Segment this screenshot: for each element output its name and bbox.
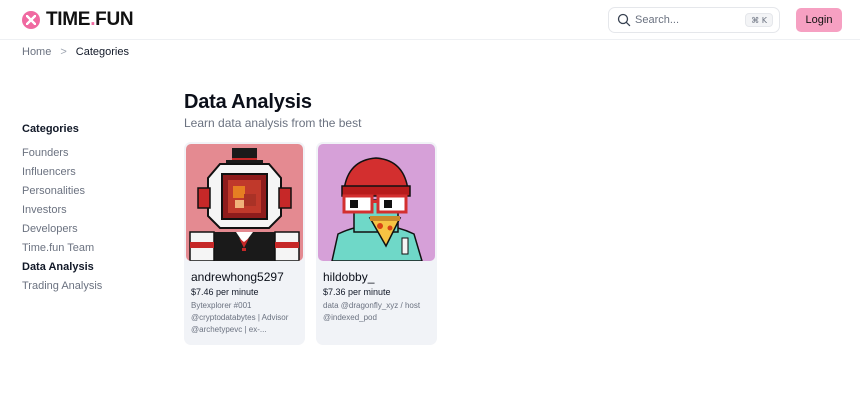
sidebar-item-timefun-team[interactable]: Time.fun Team bbox=[22, 239, 142, 258]
breadcrumb-current: Categories bbox=[75, 46, 129, 58]
top-header: TIME.FUN ⌘ K Login bbox=[0, 0, 860, 40]
creator-name: andrewhong5297 bbox=[191, 270, 284, 284]
creator-name: hildobby_ bbox=[323, 270, 375, 284]
categories-sidebar: Categories Founders Influencers Personal… bbox=[22, 123, 142, 296]
creator-bio: data @dragonfly_xyz / host @indexed_pod bbox=[323, 301, 421, 322]
page-title: Data Analysis bbox=[184, 91, 312, 113]
search-icon bbox=[617, 13, 631, 27]
search-box[interactable]: ⌘ K bbox=[608, 7, 780, 33]
sidebar-item-data-analysis[interactable]: Data Analysis bbox=[22, 258, 142, 277]
page-subtitle: Learn data analysis from the best bbox=[184, 116, 362, 130]
hourglass-logo-icon bbox=[22, 11, 40, 29]
creator-avatar bbox=[186, 144, 303, 261]
creator-card[interactable]: hildobby_ $7.36 per minute data @dragonf… bbox=[316, 142, 437, 345]
login-button[interactable]: Login bbox=[796, 8, 842, 32]
beanie-character-avatar-illustration bbox=[318, 144, 435, 261]
logo-text-fun: FUN bbox=[95, 9, 134, 30]
sidebar-item-founders[interactable]: Founders bbox=[22, 144, 142, 163]
robot-avatar-illustration bbox=[186, 144, 303, 261]
sidebar-item-personalities[interactable]: Personalities bbox=[22, 182, 142, 201]
creator-bio: Bytexplorer #001 @cryptodatabytes | Advi… bbox=[191, 301, 289, 334]
logo[interactable]: TIME. FUN bbox=[22, 9, 134, 31]
sidebar-item-developers[interactable]: Developers bbox=[22, 220, 142, 239]
sidebar-title: Categories bbox=[22, 123, 79, 135]
creator-price: $7.46 per minute bbox=[191, 287, 259, 297]
sidebar-item-influencers[interactable]: Influencers bbox=[22, 163, 142, 182]
search-shortcut-badge: ⌘ K bbox=[745, 13, 773, 27]
creator-card[interactable]: andrewhong5297 $7.46 per minute Bytexplo… bbox=[184, 142, 305, 345]
breadcrumb: Home > Categories bbox=[22, 45, 129, 59]
breadcrumb-home-link[interactable]: Home bbox=[22, 46, 51, 58]
search-input[interactable] bbox=[635, 12, 745, 28]
creator-price: $7.36 per minute bbox=[323, 287, 391, 297]
logo-text-time: TIME bbox=[46, 9, 91, 30]
chevron-right-icon: > bbox=[60, 46, 67, 58]
sidebar-item-investors[interactable]: Investors bbox=[22, 201, 142, 220]
sidebar-item-trading-analysis[interactable]: Trading Analysis bbox=[22, 277, 142, 296]
logo-text: TIME. FUN bbox=[46, 9, 134, 31]
creator-avatar bbox=[318, 144, 435, 261]
